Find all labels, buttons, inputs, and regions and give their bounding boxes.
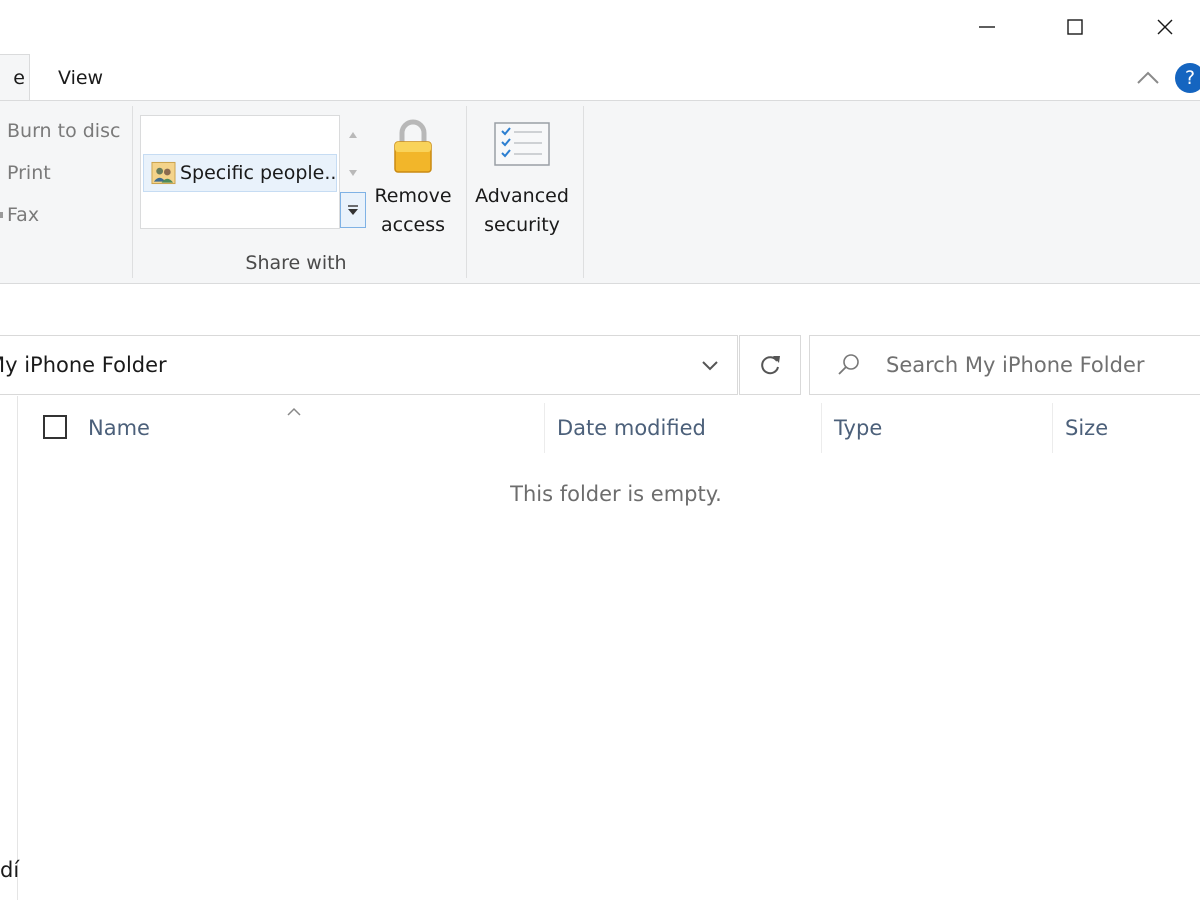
column-header-date-modified[interactable]: Date modified bbox=[557, 403, 706, 453]
chevron-up-icon bbox=[1137, 71, 1159, 84]
chevron-down-icon bbox=[702, 361, 718, 371]
close-button[interactable] bbox=[1120, 0, 1200, 54]
address-bar[interactable]: My iPhone Folder bbox=[0, 335, 738, 395]
close-icon bbox=[1157, 19, 1173, 35]
column-separator[interactable] bbox=[544, 403, 545, 453]
checklist-icon bbox=[494, 122, 550, 166]
specific-people-label: Specific people... bbox=[179, 162, 336, 184]
fax-button[interactable]: Fax bbox=[7, 199, 39, 231]
tab-view-label: View bbox=[58, 67, 104, 89]
minimize-button[interactable] bbox=[942, 0, 1032, 54]
select-all-checkbox[interactable] bbox=[43, 415, 67, 439]
tab-share[interactable]: e bbox=[0, 54, 30, 101]
empty-folder-message: This folder is empty. bbox=[510, 482, 722, 506]
refresh-button[interactable] bbox=[739, 335, 801, 395]
minimize-icon bbox=[979, 26, 995, 28]
maximize-icon bbox=[1067, 19, 1083, 35]
specific-people-item[interactable]: Specific people... bbox=[143, 154, 337, 192]
column-header-size[interactable]: Size bbox=[1065, 403, 1108, 453]
more-dropdown-icon bbox=[348, 205, 358, 215]
sort-ascending-icon bbox=[286, 402, 302, 416]
maximize-button[interactable] bbox=[1030, 0, 1120, 54]
fax-icon bbox=[0, 212, 3, 218]
print-button[interactable]: Print bbox=[7, 157, 51, 189]
gallery-scroll-up[interactable] bbox=[340, 118, 366, 152]
column-separator[interactable] bbox=[821, 403, 822, 453]
column-name-label: Name bbox=[88, 416, 150, 440]
burn-to-disc-button[interactable]: Burn to disc bbox=[7, 115, 120, 147]
gallery-more-button[interactable] bbox=[340, 192, 366, 228]
column-separator[interactable] bbox=[1052, 403, 1053, 453]
address-history-button[interactable] bbox=[680, 336, 740, 394]
navigation-pane-item[interactable]: dí bbox=[0, 858, 19, 882]
column-header-type[interactable]: Type bbox=[834, 403, 882, 453]
ribbon-separator bbox=[132, 106, 133, 278]
triangle-up-icon bbox=[349, 132, 357, 138]
tab-share-label: e bbox=[13, 67, 25, 89]
print-label: Print bbox=[7, 162, 51, 184]
search-icon bbox=[838, 354, 859, 375]
help-button[interactable]: ? bbox=[1175, 63, 1200, 93]
triangle-down-icon bbox=[349, 170, 357, 176]
refresh-icon bbox=[761, 356, 780, 375]
lock-icon bbox=[394, 119, 432, 173]
remove-access-label: Remove access bbox=[374, 185, 452, 236]
ribbon-separator bbox=[466, 106, 467, 278]
help-label: ? bbox=[1184, 67, 1196, 89]
remove-access-button[interactable]: Remove access bbox=[369, 112, 457, 238]
address-path: My iPhone Folder bbox=[0, 353, 167, 377]
gallery-scroll-down[interactable] bbox=[340, 156, 366, 190]
tab-view[interactable]: View bbox=[58, 56, 103, 100]
column-header-name[interactable]: Name bbox=[88, 403, 150, 453]
advanced-security-button[interactable]: Advanced security bbox=[472, 112, 572, 238]
fax-label: Fax bbox=[7, 204, 40, 226]
advanced-security-label: Advanced security bbox=[475, 185, 569, 236]
column-size-label: Size bbox=[1065, 416, 1109, 440]
people-icon bbox=[151, 161, 176, 185]
collapse-ribbon-button[interactable] bbox=[1134, 66, 1162, 90]
navigation-pane-edge bbox=[17, 396, 18, 900]
column-type-label: Type bbox=[834, 416, 883, 440]
search-input[interactable] bbox=[886, 353, 1186, 377]
share-with-group-label: Share with bbox=[245, 252, 347, 274]
ribbon-separator bbox=[583, 106, 584, 278]
column-date-label: Date modified bbox=[557, 416, 706, 440]
burn-to-disc-label: Burn to disc bbox=[7, 120, 121, 142]
search-box[interactable] bbox=[809, 335, 1200, 395]
